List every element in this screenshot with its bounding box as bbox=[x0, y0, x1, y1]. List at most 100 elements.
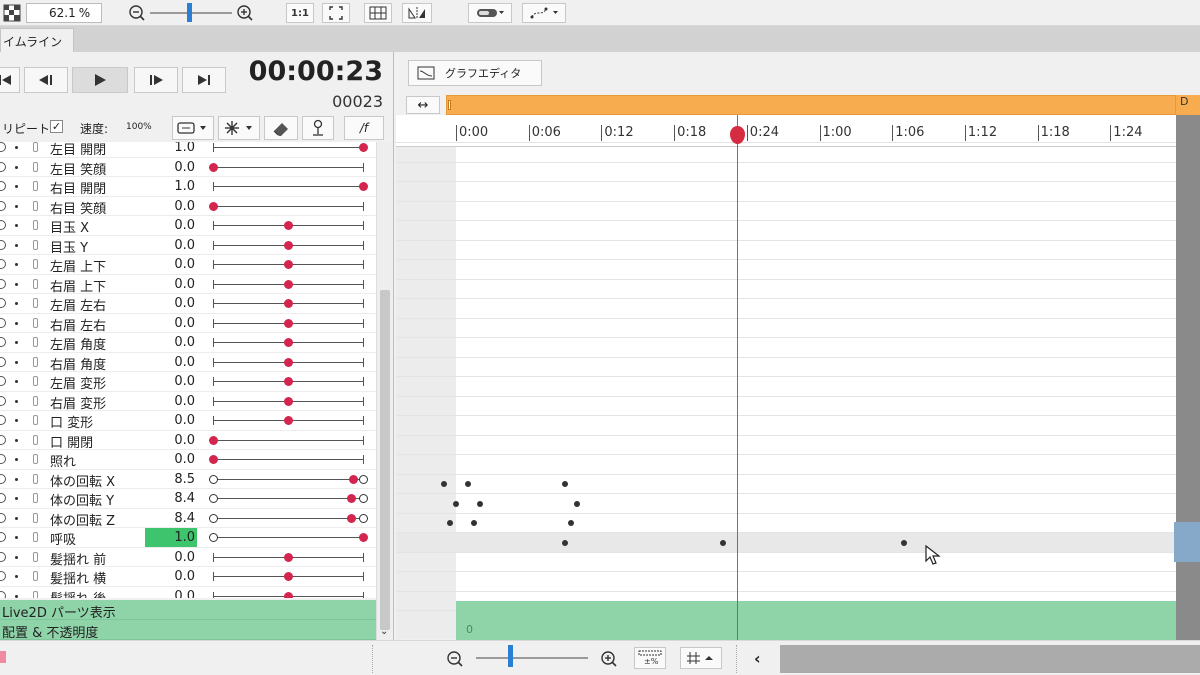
collapse-left-icon[interactable]: ‹ bbox=[754, 649, 761, 668]
visibility-icon[interactable] bbox=[0, 181, 6, 191]
parameter-value[interactable]: 0.0 bbox=[145, 158, 197, 177]
slider-knob[interactable] bbox=[284, 552, 293, 562]
visibility-icon[interactable] bbox=[0, 142, 6, 152]
fit-screen-icon[interactable] bbox=[322, 3, 350, 23]
parameter-value[interactable]: 0.0 bbox=[145, 372, 197, 391]
parameter-slider-track[interactable] bbox=[213, 459, 363, 460]
work-range-bar[interactable] bbox=[446, 95, 1176, 115]
visibility-icon[interactable] bbox=[0, 239, 6, 250]
visibility-icon[interactable] bbox=[0, 200, 6, 211]
keyframe-toggle-icon[interactable] bbox=[15, 458, 18, 461]
slider-knob[interactable] bbox=[284, 357, 293, 367]
lock-icon[interactable] bbox=[33, 161, 38, 172]
scroll-thumb[interactable] bbox=[380, 290, 390, 630]
lock-icon[interactable] bbox=[33, 181, 38, 191]
slider-knob[interactable] bbox=[359, 182, 368, 191]
visibility-icon[interactable] bbox=[0, 317, 6, 328]
visibility-icon[interactable] bbox=[0, 434, 6, 445]
range-end-marker[interactable]: D bbox=[1176, 95, 1200, 115]
visibility-icon[interactable] bbox=[0, 532, 6, 542]
slider-knob[interactable] bbox=[348, 474, 358, 484]
parameter-value[interactable]: 0.0 bbox=[145, 392, 197, 411]
lock-icon[interactable] bbox=[33, 317, 38, 328]
graph-editor-button[interactable]: グラフエディタ bbox=[408, 60, 542, 86]
snap-options-button[interactable] bbox=[218, 116, 260, 140]
keyframe-toggle-icon[interactable] bbox=[15, 555, 18, 559]
lock-icon[interactable] bbox=[33, 142, 38, 152]
parameter-value[interactable]: 0.0 bbox=[145, 314, 197, 333]
lock-icon[interactable] bbox=[33, 298, 38, 308]
lock-icon[interactable] bbox=[33, 395, 38, 406]
lock-icon[interactable] bbox=[33, 454, 38, 464]
visibility-icon[interactable] bbox=[0, 415, 6, 425]
parameter-value[interactable]: 0.0 bbox=[145, 567, 197, 586]
parameter-value[interactable]: 0.0 bbox=[145, 216, 197, 235]
parameter-row[interactable]: 右目 笑顔 0.0 bbox=[0, 197, 376, 217]
parameter-row[interactable]: 髪揺れ 後 0.0 bbox=[0, 587, 376, 599]
keyframe-area[interactable]: 0 bbox=[396, 142, 1176, 641]
lock-icon[interactable] bbox=[33, 220, 38, 230]
lock-icon[interactable] bbox=[33, 571, 38, 581]
keyframe-toggle-icon[interactable] bbox=[15, 516, 18, 520]
keyframe-toggle-icon[interactable] bbox=[15, 263, 18, 266]
keyframe-toggle-icon[interactable] bbox=[15, 575, 18, 578]
keyframe-toggle-icon[interactable] bbox=[15, 146, 18, 149]
parameter-row[interactable]: 右目 開閉 1.0 bbox=[0, 177, 376, 197]
timeline-scrollbar[interactable] bbox=[780, 645, 1200, 673]
slider-knob[interactable] bbox=[359, 533, 368, 542]
slider-knob[interactable] bbox=[284, 279, 293, 289]
parameter-value[interactable]: 0.0 bbox=[145, 411, 197, 430]
keyframe-dot[interactable] bbox=[453, 500, 459, 507]
visibility-icon[interactable] bbox=[0, 161, 6, 172]
group-row-placement[interactable]: 配置 & 不透明度 bbox=[0, 620, 376, 641]
next-frame-button[interactable] bbox=[134, 67, 178, 93]
slider-knob[interactable] bbox=[347, 513, 356, 523]
lock-icon[interactable] bbox=[33, 532, 38, 542]
visibility-icon[interactable] bbox=[0, 512, 6, 523]
fit-timeline-icon[interactable]: ±% bbox=[634, 647, 666, 669]
pin-icon[interactable] bbox=[302, 116, 334, 140]
slider-knob[interactable] bbox=[359, 143, 368, 152]
parameter-value[interactable]: 0.0 bbox=[145, 353, 197, 372]
slider-knob[interactable] bbox=[284, 416, 293, 425]
parameter-row[interactable]: 体の回転 X 8.5 bbox=[0, 470, 376, 490]
lock-icon[interactable] bbox=[33, 590, 38, 598]
zoom-in-icon[interactable] bbox=[236, 3, 254, 23]
visibility-icon[interactable] bbox=[0, 473, 6, 484]
parameter-value[interactable]: 0.0 bbox=[145, 450, 197, 469]
visibility-icon[interactable] bbox=[0, 454, 6, 464]
keyframe-toggle-icon[interactable] bbox=[15, 341, 18, 344]
parameter-row[interactable]: 左目 笑顔 0.0 bbox=[0, 158, 376, 178]
parameter-scrollbar[interactable]: ⌄ bbox=[376, 142, 392, 640]
slider-knob[interactable] bbox=[284, 377, 293, 386]
keyframe-toggle-icon[interactable] bbox=[15, 536, 18, 539]
keyframe-dot[interactable] bbox=[719, 539, 726, 546]
lock-icon[interactable] bbox=[33, 337, 38, 347]
visibility-icon[interactable] bbox=[0, 395, 6, 406]
parameter-value[interactable]: 0.0 bbox=[145, 275, 197, 294]
zoom-value-field[interactable]: 62.1 % bbox=[26, 3, 102, 23]
visibility-icon[interactable] bbox=[0, 278, 6, 289]
parameter-slider-track[interactable] bbox=[213, 537, 363, 538]
parameter-value[interactable]: 8.4 bbox=[145, 509, 197, 528]
keyframe-dot[interactable] bbox=[465, 481, 472, 488]
parameter-row[interactable]: 体の回転 Y 8.4 bbox=[0, 489, 376, 509]
slider-knob[interactable] bbox=[209, 455, 218, 464]
keyframe-toggle-icon[interactable] bbox=[15, 321, 18, 325]
zoom-out-icon[interactable] bbox=[128, 3, 146, 23]
parameter-row[interactable]: 口 変形 0.0 bbox=[0, 411, 376, 431]
actual-size-button[interactable]: 1:1 bbox=[286, 3, 314, 23]
parameter-value[interactable]: 0.0 bbox=[145, 294, 197, 313]
visibility-icon[interactable] bbox=[0, 220, 6, 230]
lock-icon[interactable] bbox=[33, 473, 38, 484]
keyframe-toggle-icon[interactable] bbox=[15, 360, 18, 364]
keyframe-dot[interactable] bbox=[568, 520, 575, 527]
keyframe-dot[interactable] bbox=[574, 500, 581, 507]
parameter-row[interactable]: 左眉 角度 0.0 bbox=[0, 333, 376, 353]
parameter-value[interactable]: 0.0 bbox=[145, 587, 197, 599]
prev-frame-button[interactable] bbox=[24, 67, 68, 93]
parameter-value[interactable]: 0.0 bbox=[145, 431, 197, 450]
parameter-row[interactable]: 口 開閉 0.0 bbox=[0, 431, 376, 451]
parameter-slider-track[interactable] bbox=[213, 439, 363, 441]
play-button[interactable] bbox=[72, 67, 128, 93]
